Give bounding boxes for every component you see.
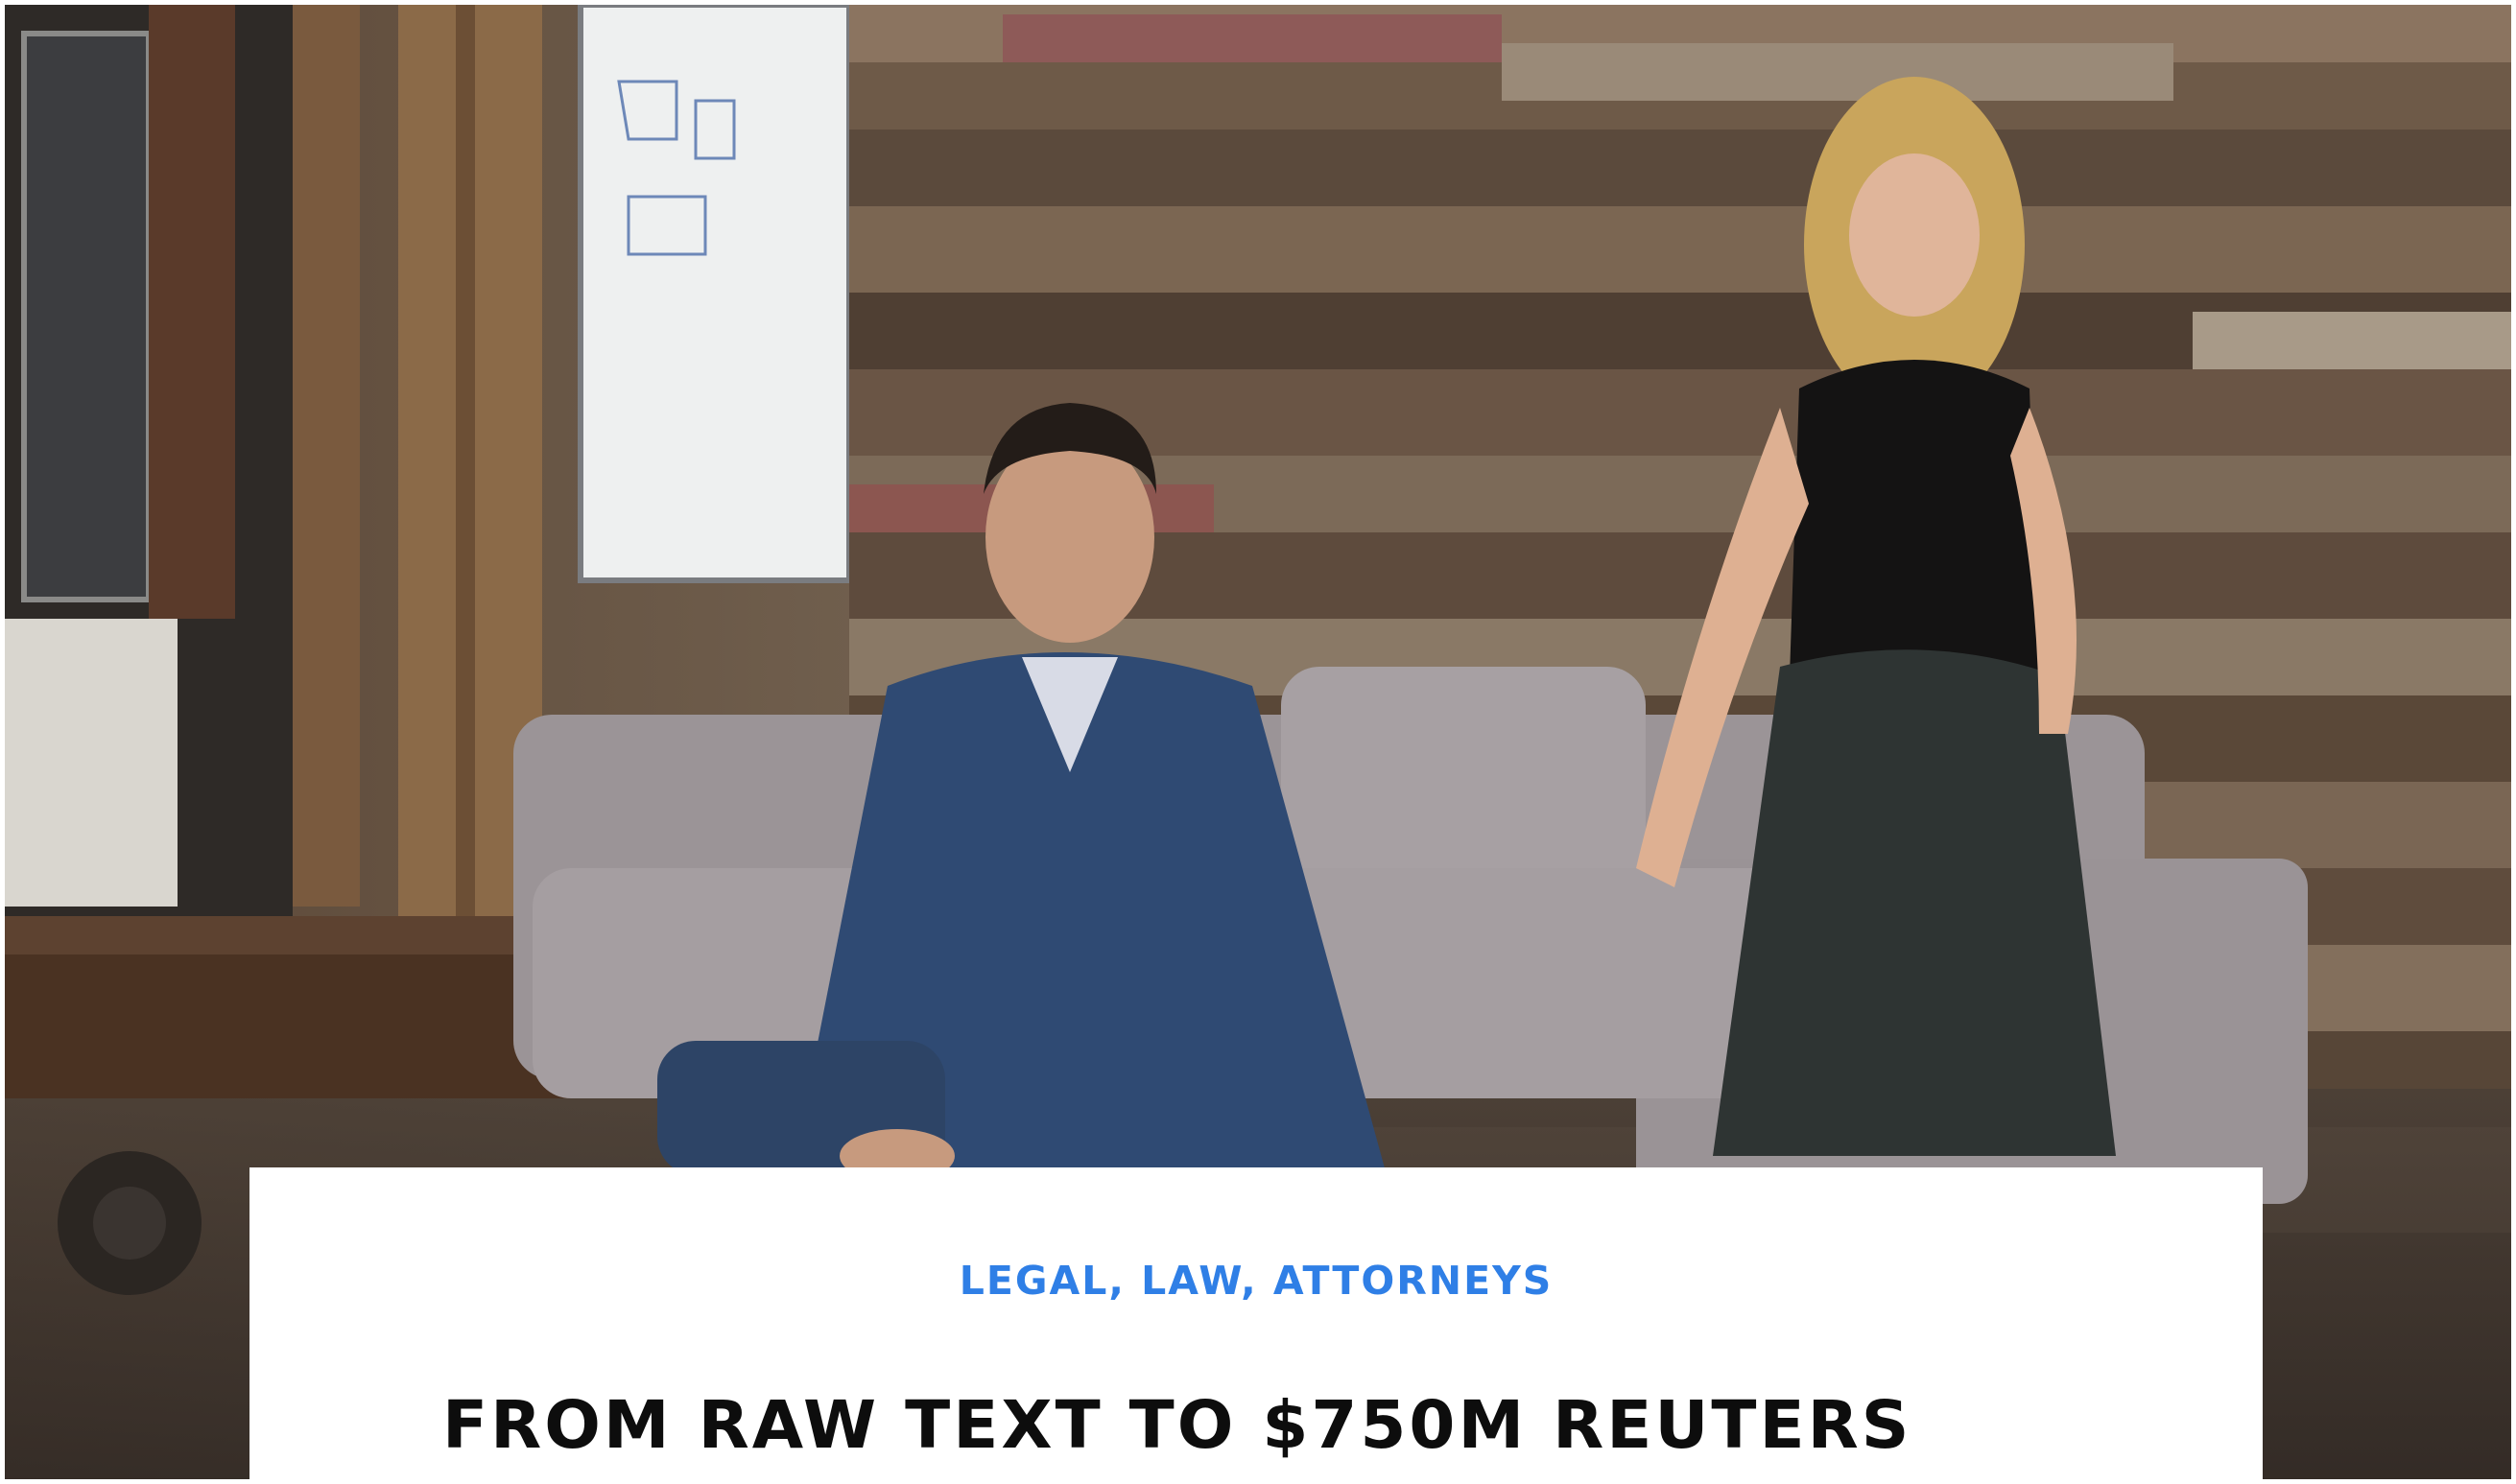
article-category: LEGAL, LAW, ATTORNEYS — [249, 1261, 2263, 1301]
article-title[interactable]: FROM RAW TEXT TO $750M REUTERS — [442, 1393, 1911, 1459]
category-link[interactable]: LEGAL, LAW, ATTORNEYS — [960, 1258, 1554, 1304]
article-card[interactable]: LEGAL, LAW, ATTORNEYS FROM RAW TEXT TO $… — [249, 1167, 2263, 1484]
